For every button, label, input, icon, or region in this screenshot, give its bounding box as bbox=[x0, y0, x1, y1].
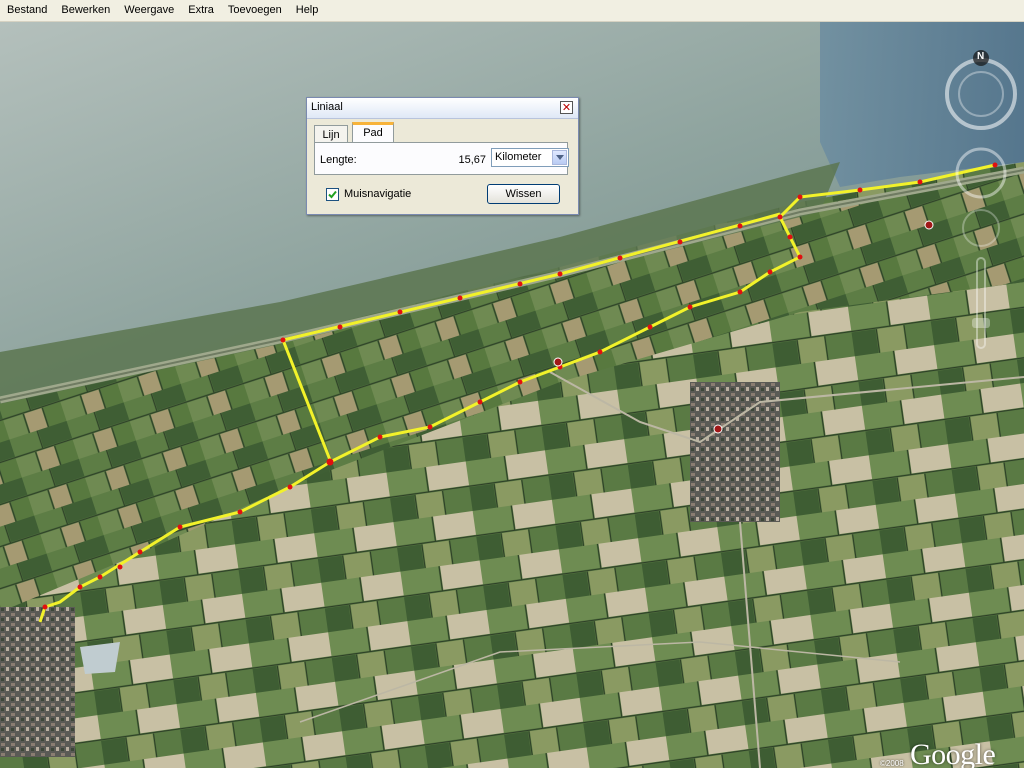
mouse-navigation-label: Muisnavigatie bbox=[344, 188, 412, 200]
menu-toevoegen[interactable]: Toevoegen bbox=[221, 0, 289, 21]
menu-bar: Bestand Bewerken Weergave Extra Toevoege… bbox=[0, 0, 1024, 22]
menu-weergave[interactable]: Weergave bbox=[117, 0, 181, 21]
ruler-title: Liniaal bbox=[311, 101, 343, 113]
length-label: Lengte: bbox=[320, 154, 357, 166]
unit-select-value: Kilometer bbox=[495, 151, 542, 163]
ruler-titlebar[interactable]: Liniaal ✕ bbox=[307, 98, 578, 119]
north-icon: N bbox=[977, 51, 985, 62]
chevron-down-icon[interactable] bbox=[552, 150, 567, 165]
ruler-dialog: Liniaal ✕ Lijn Pad Lengte: 15,67 Kilomet… bbox=[306, 97, 579, 215]
tab-panel: Lengte: 15,67 Kilometer bbox=[314, 142, 569, 175]
close-icon[interactable]: ✕ bbox=[560, 101, 573, 114]
menu-help[interactable]: Help bbox=[289, 0, 326, 21]
clear-button[interactable]: Wissen bbox=[487, 184, 560, 204]
unit-select[interactable]: Kilometer bbox=[491, 148, 569, 167]
copyright-text: ©2008 bbox=[880, 759, 904, 768]
google-logo: Google bbox=[910, 738, 996, 768]
zoom-slider[interactable] bbox=[972, 257, 990, 349]
menu-bestand[interactable]: Bestand bbox=[0, 0, 54, 21]
move-joystick[interactable] bbox=[962, 209, 1000, 247]
menu-bewerken[interactable]: Bewerken bbox=[54, 0, 117, 21]
length-value: 15,67 bbox=[458, 154, 486, 166]
tab-pad[interactable]: Pad bbox=[352, 122, 394, 143]
compass-ring[interactable] bbox=[945, 58, 1017, 130]
tab-lijn[interactable]: Lijn bbox=[314, 125, 348, 142]
menu-extra[interactable]: Extra bbox=[181, 0, 221, 21]
checkmark-icon bbox=[328, 190, 337, 199]
navigation-controls: N bbox=[944, 48, 1018, 368]
mouse-navigation-checkbox[interactable] bbox=[326, 188, 339, 201]
look-joystick[interactable] bbox=[955, 147, 1007, 199]
